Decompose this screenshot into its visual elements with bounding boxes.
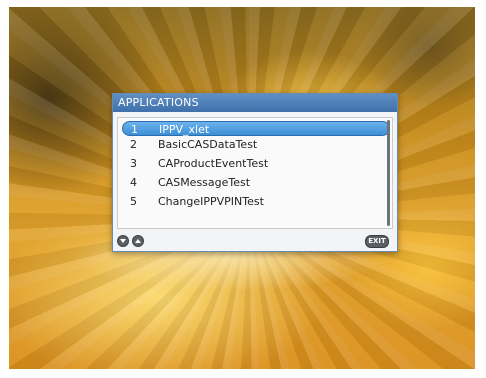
item-label: CAProductEventTest <box>158 157 269 170</box>
list-item[interactable]: 2 BasicCASDataTest <box>122 137 390 152</box>
list-item[interactable]: 5 ChangeIPPVPINTest <box>122 194 390 209</box>
item-number: 1 <box>131 123 138 136</box>
item-number: 5 <box>130 195 137 208</box>
item-label: CASMessageTest <box>158 176 251 189</box>
scrollbar[interactable] <box>387 120 390 226</box>
window-footer: EXIT <box>113 232 397 251</box>
list-item[interactable]: 1 IPPV_xlet <box>122 121 390 136</box>
application-list[interactable]: 1 IPPV_xlet 2 BasicCASDataTest 3 CAProdu… <box>117 117 393 229</box>
window-title: APPLICATIONS <box>113 94 397 112</box>
item-label: BasicCASDataTest <box>158 138 258 151</box>
applications-window: APPLICATIONS 1 IPPV_xlet 2 BasicCASDataT… <box>112 93 398 252</box>
item-label: ChangeIPPVPINTest <box>158 195 264 208</box>
list-item[interactable]: 4 CASMessageTest <box>122 175 390 190</box>
scroll-down-icon[interactable] <box>117 235 129 247</box>
list-item[interactable]: 3 CAProductEventTest <box>122 156 390 171</box>
item-number: 4 <box>130 176 137 189</box>
scroll-up-icon[interactable] <box>132 235 144 247</box>
item-number: 3 <box>130 157 137 170</box>
exit-button-icon[interactable]: EXIT <box>365 235 389 248</box>
item-number: 2 <box>130 138 137 151</box>
item-label: IPPV_xlet <box>159 123 210 136</box>
